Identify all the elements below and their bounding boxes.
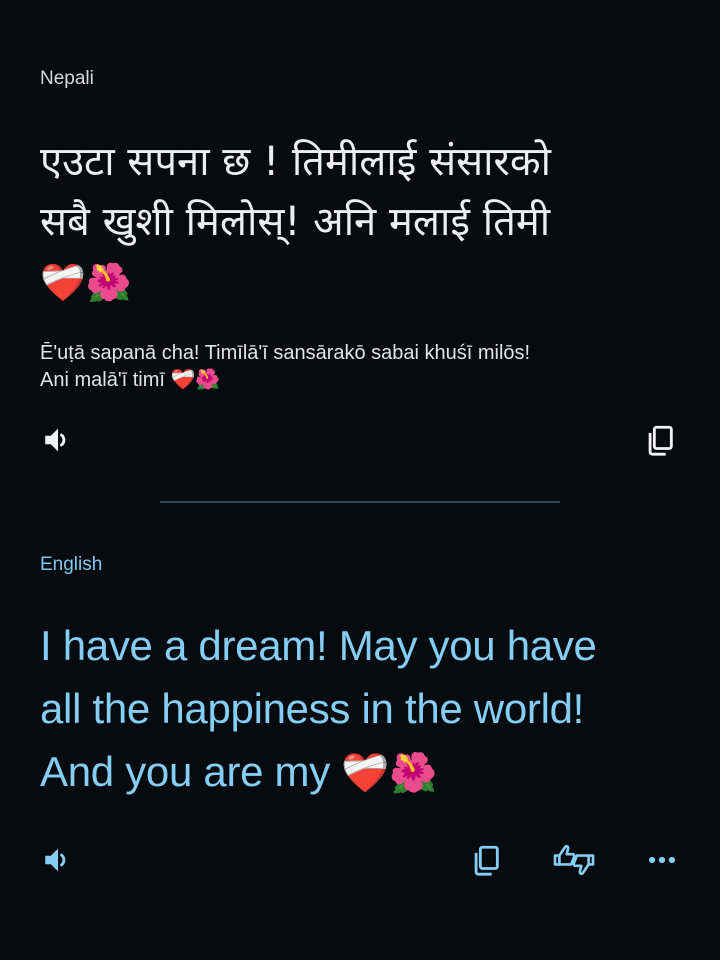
source-text-line-2: सबै खुशी मिलोस्! अनि मलाई तिमी xyxy=(40,199,551,245)
target-copy-button[interactable] xyxy=(464,838,508,882)
target-text-line-3-wrapper: And you are my ❤️‍🩹🌺 xyxy=(40,740,700,805)
target-emojis: ❤️‍🩹🌺 xyxy=(341,752,437,795)
copy-icon xyxy=(648,425,673,456)
speaker-icon xyxy=(45,428,66,452)
target-text-line-3: And you are my xyxy=(40,748,330,795)
more-horizontal-icon xyxy=(648,856,676,864)
source-speaker-button[interactable] xyxy=(36,418,80,462)
transliteration-line-2: Ani malā'ī timī ❤️‍🩹🌺 xyxy=(40,369,221,391)
source-emojis: ❤️‍🩹🌺 xyxy=(40,261,132,304)
target-text-line-2: all the happiness in the world! xyxy=(40,685,585,732)
target-text[interactable]: I have a dream! May you have all the hap… xyxy=(40,614,700,805)
source-language-label: Nepali xyxy=(40,68,94,89)
target-more-button[interactable] xyxy=(640,838,684,882)
copy-icon xyxy=(474,845,499,876)
target-speaker-button[interactable] xyxy=(36,838,80,882)
source-text-emojis: ❤️‍🩹🌺 xyxy=(40,252,680,313)
transliteration-line-1: Ē'uṭā sapanā cha! Timīlā'ī sansārakō sab… xyxy=(40,342,531,364)
source-text[interactable]: एउटा सपना छ ! तिमीलाई संसारको सबै खुशी म… xyxy=(40,132,680,313)
transliteration-text: Ē'uṭā sapanā cha! Timīlā'ī sansārakō sab… xyxy=(40,340,690,394)
target-feedback-button[interactable] xyxy=(552,838,596,882)
translation-screen: Nepali एउटा सपना छ ! तिमीलाई संसारको सबै… xyxy=(0,0,720,960)
speaker-icon xyxy=(45,848,66,872)
target-text-line-1: I have a dream! May you have xyxy=(40,622,597,669)
target-language-label: English xyxy=(40,554,103,575)
source-text-line-1: एउटा सपना छ ! तिमीलाई संसारको xyxy=(40,139,551,185)
source-copy-button[interactable] xyxy=(638,418,682,462)
thumbs-up-down-icon xyxy=(553,844,595,876)
section-divider xyxy=(160,501,560,503)
